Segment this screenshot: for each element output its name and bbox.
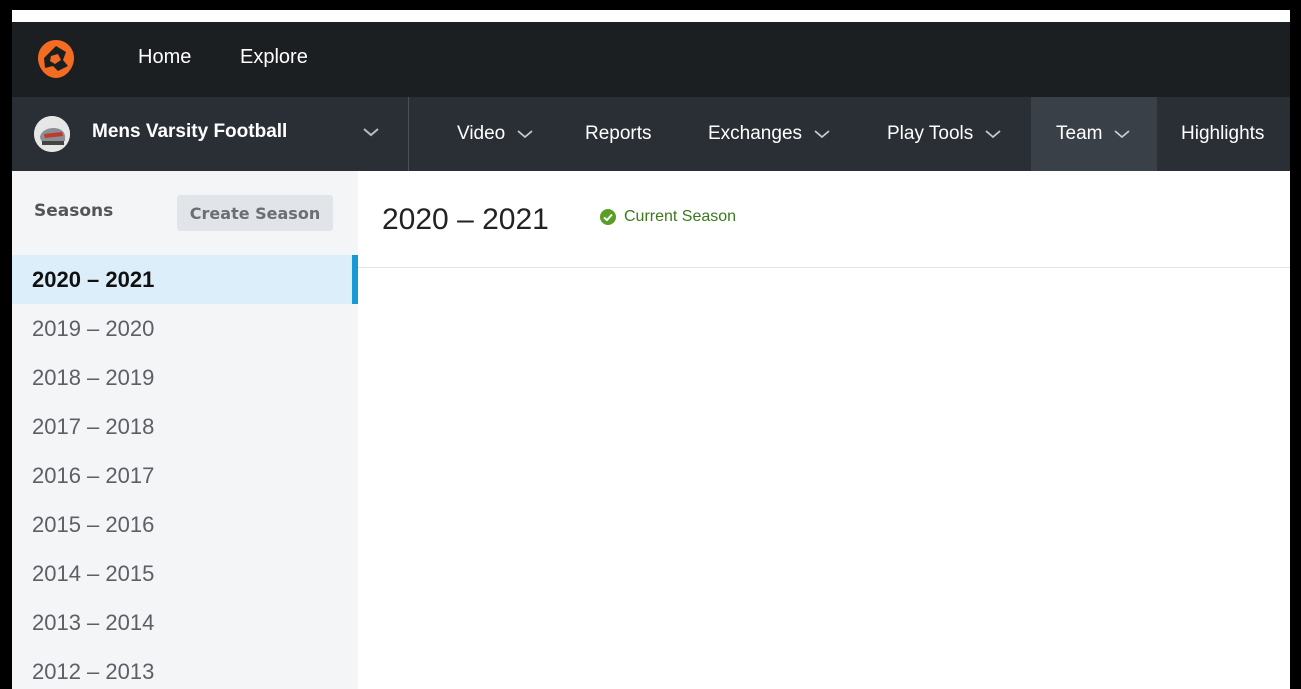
hudl-logo-icon[interactable] xyxy=(36,38,76,80)
top-navigation-bar: Home Explore xyxy=(12,22,1290,97)
season-item[interactable]: 2013 – 2014 xyxy=(12,598,358,647)
team-bar-divider xyxy=(408,97,409,171)
header-divider xyxy=(358,267,1290,268)
nav-play-tools[interactable]: Play Tools xyxy=(887,97,1001,171)
nav-highlights[interactable]: Highlights xyxy=(1181,97,1264,171)
season-title: 2020 – 2021 xyxy=(382,203,549,236)
season-item[interactable]: 2012 – 2013 xyxy=(12,647,358,689)
nav-highlights-label: Highlights xyxy=(1181,123,1265,144)
nav-reports[interactable]: Reports xyxy=(585,97,652,171)
create-season-button[interactable]: Create Season xyxy=(177,195,333,231)
nav-reports-label: Reports xyxy=(585,123,652,144)
current-season-label: Current Season xyxy=(624,208,737,225)
team-avatar[interactable] xyxy=(34,116,70,152)
check-circle-icon xyxy=(600,209,616,225)
season-item-selected[interactable]: 2020 – 2021 xyxy=(12,255,358,304)
team-switcher-chevron-down-icon[interactable] xyxy=(362,125,380,139)
team-navigation-bar: Mens Varsity Football Video Reports Exch… xyxy=(12,97,1290,171)
current-season-badge: Current Season xyxy=(600,208,736,226)
season-item[interactable]: 2015 – 2016 xyxy=(12,500,358,549)
seasons-sidebar: Seasons Create Season 2020 – 2021 2019 –… xyxy=(12,171,358,689)
nav-exchanges[interactable]: Exchanges xyxy=(708,97,830,171)
home-link[interactable]: Home xyxy=(138,46,191,69)
nav-video[interactable]: Video xyxy=(457,97,533,171)
app-window: Home Explore Mens Varsity Football Video… xyxy=(12,10,1290,689)
explore-link[interactable]: Explore xyxy=(240,46,308,69)
nav-video-label: Video xyxy=(457,123,506,144)
chevron-down-icon xyxy=(814,130,830,139)
team-name[interactable]: Mens Varsity Football xyxy=(92,121,287,143)
helmet-icon xyxy=(34,116,70,152)
nav-play-tools-label: Play Tools xyxy=(887,123,974,144)
window-right-border xyxy=(1290,0,1301,689)
chevron-down-icon xyxy=(985,130,1001,139)
nav-team[interactable]: Team xyxy=(1031,97,1157,171)
nav-team-label: Team xyxy=(1056,123,1103,144)
chevron-down-icon xyxy=(1114,130,1131,139)
season-item[interactable]: 2017 – 2018 xyxy=(12,402,358,451)
season-item[interactable]: 2016 – 2017 xyxy=(12,451,358,500)
nav-exchanges-label: Exchanges xyxy=(708,123,803,144)
seasons-header: Seasons xyxy=(34,201,114,221)
season-item[interactable]: 2019 – 2020 xyxy=(12,304,358,353)
season-item[interactable]: 2014 – 2015 xyxy=(12,549,358,598)
season-item[interactable]: 2018 – 2019 xyxy=(12,353,358,402)
chevron-down-icon xyxy=(517,130,533,139)
window-top-border xyxy=(12,10,1290,22)
